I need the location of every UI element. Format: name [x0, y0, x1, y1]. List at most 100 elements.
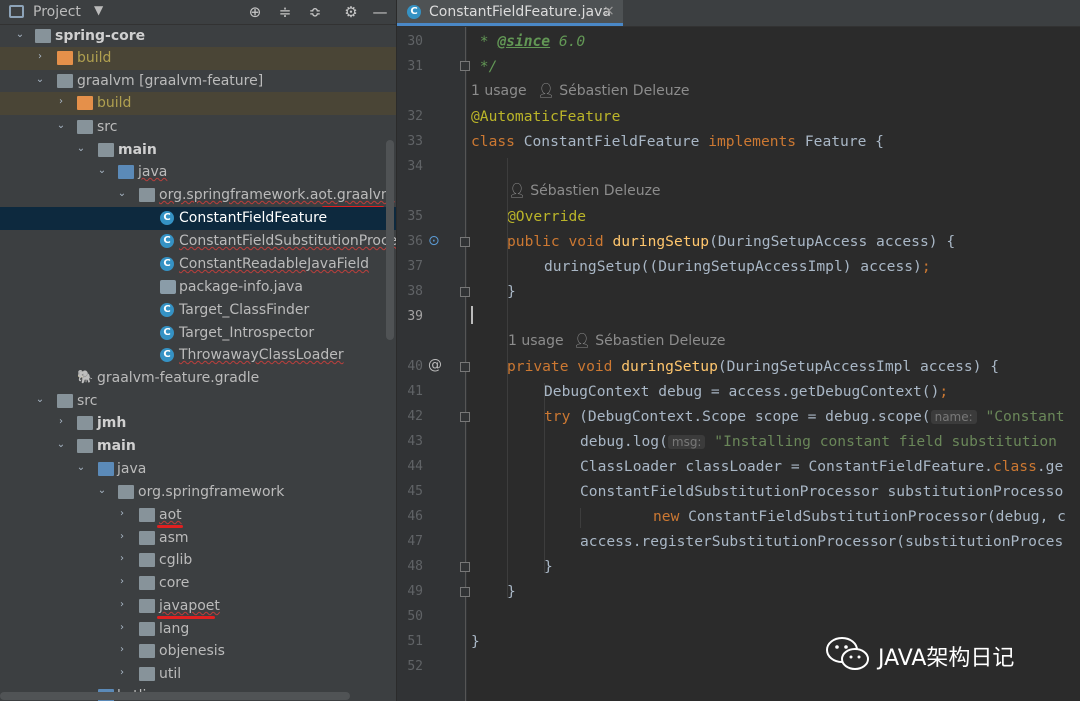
package-icon	[139, 644, 155, 658]
tree-item-package-graalvm[interactable]: ⌄ org.springframework.aot.graalvm	[0, 184, 396, 209]
tree-item-java[interactable]: ⌄ java	[0, 458, 396, 481]
package-icon	[139, 622, 155, 636]
folder-icon	[77, 439, 93, 453]
chevron-down-icon[interactable]: ▼	[94, 3, 103, 17]
chevron-down-icon[interactable]: ⌄	[75, 461, 87, 475]
tree-item-src[interactable]: ⌄ src	[0, 390, 396, 413]
chevron-down-icon[interactable]: ⌄	[116, 187, 128, 201]
code-line-33: class ConstantFieldFeature implements Fe…	[471, 133, 884, 150]
class-icon: C	[160, 234, 174, 248]
chevron-right-icon[interactable]: ›	[55, 415, 67, 429]
line-number: 43	[407, 434, 423, 449]
tree-item-package-springframework[interactable]: ⌄ org.springframework	[0, 481, 396, 504]
chevron-right-icon[interactable]: ›	[116, 598, 128, 612]
usages-hint[interactable]: 1 usage	[471, 83, 527, 99]
target-icon[interactable]: ⊕	[246, 3, 264, 21]
tree-item-graalvm-feature-gradle[interactable]: 🐘 graalvm-feature.gradle	[0, 367, 396, 390]
usages-hint[interactable]: 1 usage	[508, 333, 564, 349]
tree-item-package-info[interactable]: package-info.java	[0, 276, 396, 299]
tree-item-graalvm[interactable]: ⌄ graalvm [graalvm-feature]	[0, 70, 396, 93]
tree-item-aot[interactable]: › aot	[0, 504, 396, 528]
tree-item-core[interactable]: › core	[0, 572, 396, 595]
chevron-right-icon[interactable]: ›	[116, 621, 128, 635]
at-annotation-icon[interactable]: @	[428, 357, 442, 373]
fold-marker-icon[interactable]	[460, 362, 470, 372]
fold-marker-icon[interactable]	[460, 61, 470, 71]
module-folder-icon	[35, 29, 51, 43]
tree-item-target-introspector[interactable]: C Target_Introspector	[0, 322, 396, 345]
tree-item-build[interactable]: › build	[0, 92, 396, 115]
fold-marker-icon[interactable]	[460, 587, 470, 597]
chevron-right-icon[interactable]: ›	[116, 575, 128, 589]
tree-item-asm[interactable]: › asm	[0, 527, 396, 550]
tree-item-target-classfinder[interactable]: C Target_ClassFinder	[0, 299, 396, 322]
tree-item-label: org.springframework	[138, 484, 285, 500]
chevron-right-icon[interactable]: ›	[116, 530, 128, 544]
chevron-right-icon[interactable]: ›	[116, 552, 128, 566]
line-number: 35	[407, 209, 423, 224]
project-title[interactable]: Project	[33, 4, 81, 20]
tree-item-java[interactable]: ⌄ java	[0, 161, 396, 184]
chevron-down-icon[interactable]: ⌄	[55, 438, 67, 452]
tree-item-label: java	[138, 164, 168, 180]
chevron-right-icon[interactable]: ›	[116, 666, 128, 680]
class-icon: C	[160, 211, 174, 225]
tree-item-spring-core[interactable]: ⌄ spring-core	[0, 25, 396, 48]
tree-item-main[interactable]: ⌄ main	[0, 139, 396, 162]
package-icon	[139, 508, 155, 522]
chevron-down-icon[interactable]: ⌄	[96, 164, 108, 178]
chevron-down-icon[interactable]: ⌄	[34, 393, 46, 407]
line-number: 30	[407, 34, 423, 49]
tree-item-lang[interactable]: › lang	[0, 618, 396, 641]
chevron-down-icon[interactable]: ⌄	[96, 484, 108, 498]
watermark-text: JAVA架构日记	[878, 646, 1015, 671]
wechat-icon	[826, 637, 869, 670]
tree-item-src[interactable]: ⌄ src	[0, 116, 396, 139]
code-editor[interactable]: C ConstantFieldFeature.java × 30 31 32 3…	[397, 0, 1080, 701]
gear-icon[interactable]: ⚙	[342, 3, 360, 21]
package-icon	[139, 531, 155, 545]
chevron-down-icon[interactable]: ⌄	[34, 73, 46, 87]
line-number: 42	[407, 409, 423, 424]
tree-item-label: org.springframework.aot.graalvm	[159, 187, 395, 203]
fold-marker-icon[interactable]	[460, 412, 470, 422]
tree-item-constantreadablejavafield[interactable]: C ConstantReadableJavaField	[0, 253, 396, 276]
project-panel: Project ▼ ⊕ ≑ ≎ ⚙ — ⌄ spring-core › buil…	[0, 0, 396, 701]
tree-item-label: build	[97, 95, 132, 111]
close-icon[interactable]: ×	[603, 3, 615, 19]
chevron-right-icon[interactable]: ›	[55, 95, 67, 109]
tab-constantfieldfeature[interactable]: C ConstantFieldFeature.java ×	[397, 0, 623, 26]
line-number: 38	[407, 284, 423, 299]
author-hint: 👤︎ Sébastien Deleuze	[508, 183, 661, 199]
tree-item-label: ConstantFieldFeature	[179, 210, 328, 226]
tree-item-main[interactable]: ⌄ main	[0, 435, 396, 458]
tree-item-constantfieldfeature[interactable]: C ConstantFieldFeature	[0, 207, 396, 230]
tree-item-constantfieldsubstitutionprocessor[interactable]: C ConstantFieldSubstitutionProcessor	[0, 230, 396, 253]
tree-item-build[interactable]: › build	[0, 47, 396, 70]
minimize-icon[interactable]: —	[371, 3, 389, 21]
tree-item-util[interactable]: › util	[0, 663, 396, 686]
override-marker-icon[interactable]: ⊙	[428, 233, 440, 249]
chevron-down-icon[interactable]: ⌄	[14, 28, 26, 42]
folder-icon	[77, 120, 93, 134]
vertical-scrollbar[interactable]	[386, 140, 394, 340]
tree-item-jmh[interactable]: › jmh	[0, 412, 396, 435]
tree-item-throwawayclassloader[interactable]: C ThrowawayClassLoader	[0, 344, 396, 367]
horizontal-scrollbar[interactable]	[0, 692, 350, 700]
code-line-40: private void duringSetup(DuringSetupAcce…	[507, 358, 1000, 375]
code-line-47: access.registerSubstitutionProcessor(sub…	[580, 533, 1064, 550]
chevron-right-icon[interactable]: ›	[116, 507, 128, 521]
tree-item-cglib[interactable]: › cglib	[0, 549, 396, 572]
chevron-down-icon[interactable]: ⌄	[55, 119, 67, 133]
fold-marker-icon[interactable]	[460, 287, 470, 297]
chevron-right-icon[interactable]: ›	[34, 50, 46, 64]
package-icon	[139, 576, 155, 590]
collapse-all-icon[interactable]: ≎	[306, 3, 324, 21]
chevron-down-icon[interactable]: ⌄	[75, 142, 87, 156]
expand-all-icon[interactable]: ≑	[276, 3, 294, 21]
tree-item-javapoet[interactable]: › javapoet	[0, 595, 396, 619]
tree-item-objenesis[interactable]: › objenesis	[0, 640, 396, 663]
chevron-right-icon[interactable]: ›	[116, 643, 128, 657]
fold-marker-icon[interactable]	[460, 237, 470, 247]
fold-marker-icon[interactable]	[460, 562, 470, 572]
